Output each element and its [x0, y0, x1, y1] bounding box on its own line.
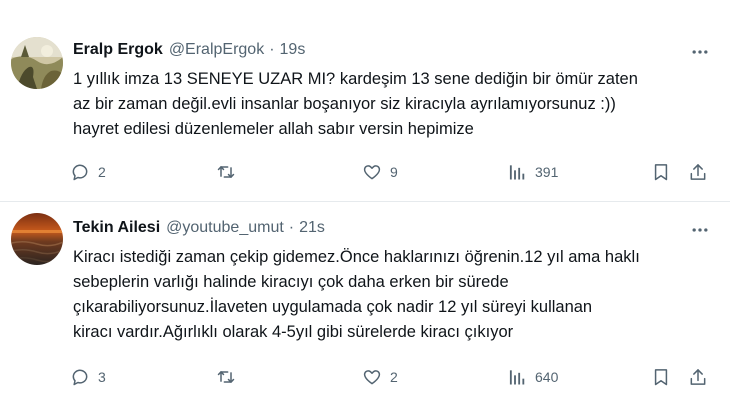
tweet-text-line: kiracı vardır.Ağırlıklı olarak 4-5yıl gi…	[73, 323, 514, 341]
tweet-actions: 2 9 391	[70, 159, 720, 185]
retweet-icon	[216, 367, 236, 387]
tweet-actions: 3 2 640	[70, 364, 720, 390]
retweet-button[interactable]	[216, 364, 244, 390]
share-button[interactable]	[688, 364, 708, 390]
timestamp[interactable]: 21s	[299, 219, 325, 237]
reply-bubble-icon	[70, 367, 90, 387]
views-bar-chart-icon	[507, 162, 527, 182]
tweet-text-line: hayret edilesi düzenlemeler allah sabır …	[73, 120, 474, 138]
reply-count: 3	[98, 369, 106, 385]
avatar[interactable]	[11, 37, 63, 89]
view-count: 640	[535, 369, 559, 385]
view-count: 391	[535, 164, 559, 180]
separator-dot: ·	[269, 41, 275, 58]
author-name[interactable]: Eralp Ergok	[73, 41, 163, 59]
reply-button[interactable]: 2	[70, 159, 106, 185]
tweet-text-line: az bir zaman değil.evli insanlar boşanıy…	[73, 95, 616, 113]
author-handle[interactable]: @EralpErgok	[169, 41, 264, 59]
views-bar-chart-icon	[507, 367, 527, 387]
retweet-icon	[216, 162, 236, 182]
tweet[interactable]: Tekin Ailesi @youtube_umut · 21s Kiracı …	[0, 203, 730, 420]
share-upload-icon	[688, 162, 708, 182]
tweet-divider	[0, 201, 730, 202]
reply-button[interactable]: 3	[70, 364, 106, 390]
tweet-text-line: 1 yıllık imza 13 SENEYE UZAR MI? kardeşi…	[73, 70, 638, 88]
more-horizontal-icon	[690, 220, 710, 240]
share-upload-icon	[688, 367, 708, 387]
bookmark-button[interactable]	[651, 364, 671, 390]
reply-bubble-icon	[70, 162, 90, 182]
views-button[interactable]: 391	[507, 159, 558, 185]
more-options-button[interactable]	[688, 40, 712, 64]
more-options-button[interactable]	[688, 218, 712, 242]
tweet-text-line: çıkarabiliyorsunuz.İlaveten uygulamada ç…	[73, 298, 593, 316]
like-count: 2	[390, 369, 398, 385]
bookmark-button[interactable]	[651, 159, 671, 185]
tweet-header: Eralp Ergok @EralpErgok · 19s	[73, 38, 305, 62]
share-button[interactable]	[688, 159, 708, 185]
views-button[interactable]: 640	[507, 364, 558, 390]
bookmark-icon	[651, 367, 671, 387]
tweet-header: Tekin Ailesi @youtube_umut · 21s	[73, 216, 325, 240]
author-handle[interactable]: @youtube_umut	[166, 219, 284, 237]
author-name[interactable]: Tekin Ailesi	[73, 219, 160, 237]
tweet-text: 1 yıllık imza 13 SENEYE UZAR MI? kardeşi…	[73, 67, 723, 142]
bookmark-icon	[651, 162, 671, 182]
separator-dot: ·	[288, 219, 295, 236]
tweet[interactable]: Eralp Ergok @EralpErgok · 19s 1 yıllık i…	[0, 0, 730, 202]
retweet-button[interactable]	[216, 159, 244, 185]
more-horizontal-icon	[690, 42, 710, 62]
like-button[interactable]: 9	[362, 159, 398, 185]
like-count: 9	[390, 164, 398, 180]
tweet-text-line: sebeplerin varlığı halinde kiracıyı çok …	[73, 273, 509, 291]
reply-count: 2	[98, 164, 106, 180]
avatar[interactable]	[11, 213, 63, 265]
tweet-text-line: Kiracı istediği zaman çekip gidemez.Önce…	[73, 248, 640, 266]
timestamp[interactable]: 19s	[280, 41, 306, 59]
tweet-text: Kiracı istediği zaman çekip gidemez.Önce…	[73, 245, 723, 345]
like-button[interactable]: 2	[362, 364, 398, 390]
heart-icon	[362, 367, 382, 387]
heart-icon	[362, 162, 382, 182]
